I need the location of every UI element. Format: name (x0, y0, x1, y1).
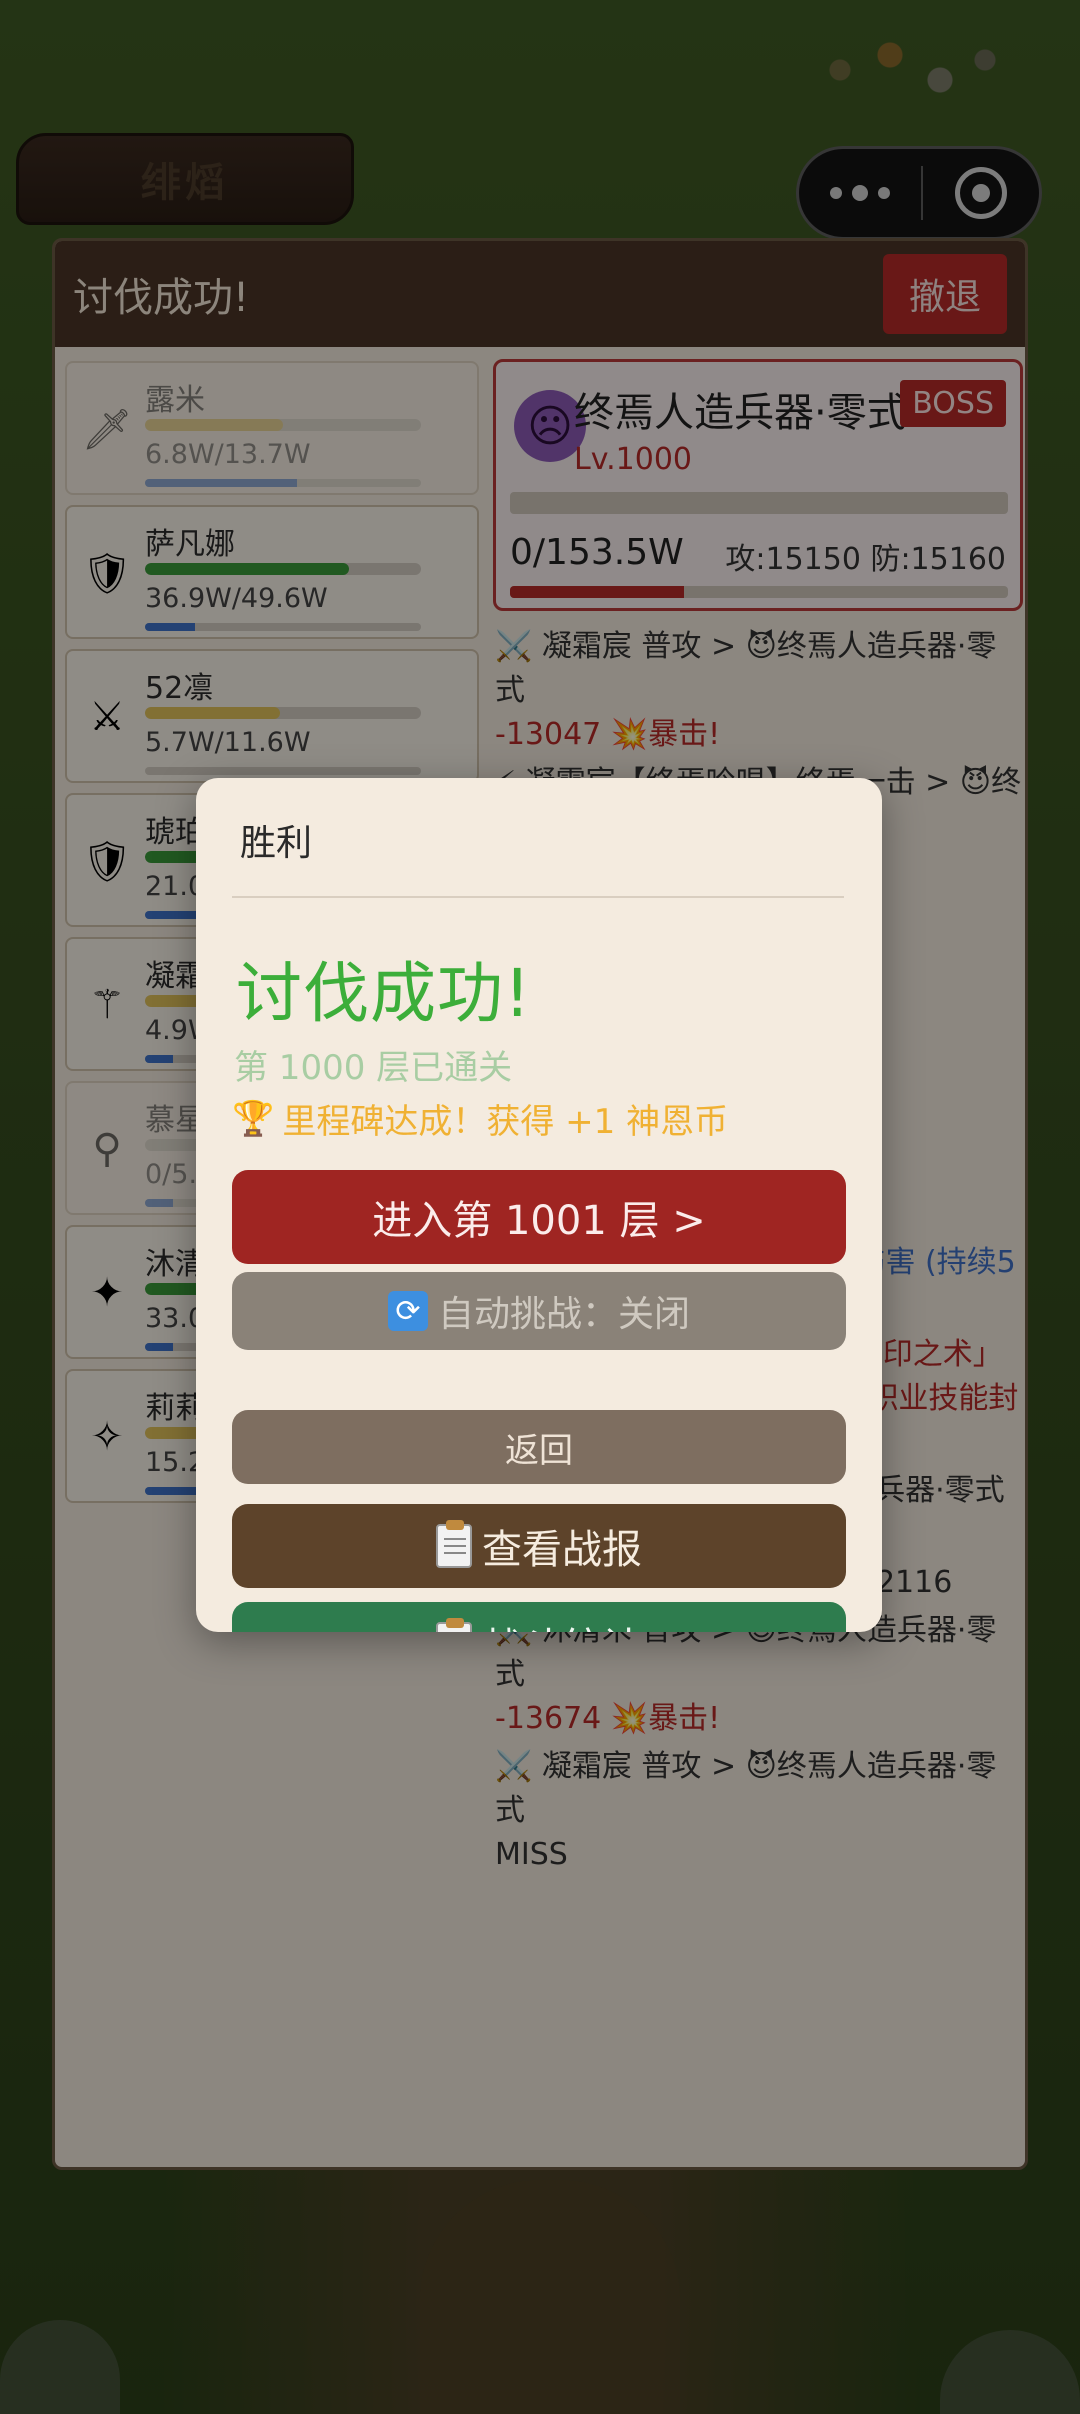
battle-stats-button[interactable]: 战斗统计 (232, 1602, 846, 1632)
battle-stats-label: 战斗统计 (482, 1615, 642, 1632)
view-report-button[interactable]: 查看战报 (232, 1504, 846, 1588)
milestone-label: 里程碑达成！获得 +1 神恩币 (282, 1102, 729, 1142)
repeat-icon: ⟳ (387, 1291, 428, 1331)
dialog-header: 胜利 (240, 823, 313, 864)
auto-challenge-label: 自动挑战：关闭 (437, 1294, 690, 1335)
back-button[interactable]: 返回 (232, 1410, 846, 1484)
dialog-divider (232, 896, 844, 898)
trophy-icon: 🏆 (232, 1098, 275, 1139)
victory-dialog: 胜利 讨伐成功! 第 1000 层已通关 🏆 里程碑达成！获得 +1 神恩币 进… (196, 778, 882, 1632)
next-floor-button[interactable]: 进入第 1001 层 > (232, 1170, 846, 1264)
view-report-label: 查看战报 (482, 1527, 642, 1573)
milestone-text: 🏆 里程碑达成！获得 +1 神恩币 (232, 1094, 728, 1143)
back-label: 返回 (505, 1430, 573, 1471)
chart-doc-icon (436, 1618, 472, 1632)
clipboard-icon (436, 1520, 472, 1568)
floor-cleared-text: 第 1000 层已通关 (234, 1048, 513, 1088)
auto-challenge-toggle[interactable]: ⟳ 自动挑战：关闭 (232, 1272, 846, 1350)
victory-title: 讨伐成功! (236, 955, 532, 1032)
next-floor-label: 进入第 1001 层 > (372, 1198, 706, 1244)
